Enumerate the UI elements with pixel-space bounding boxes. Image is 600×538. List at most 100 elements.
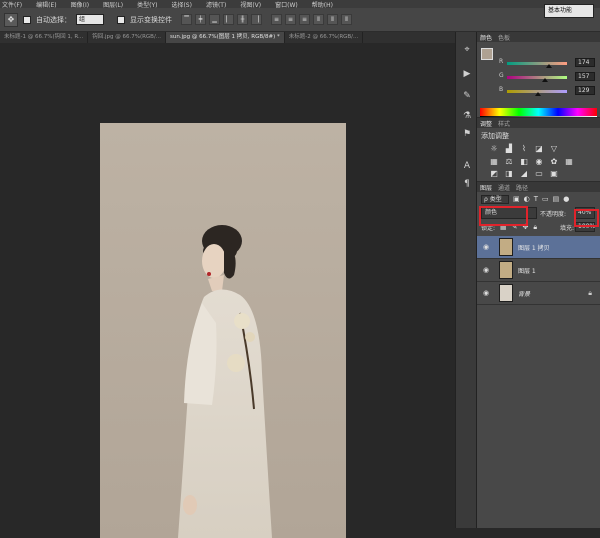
menu-image[interactable]: 图像(I) xyxy=(71,0,89,9)
posterize-icon[interactable]: ◨ xyxy=(504,169,514,178)
menu-type[interactable]: 类型(Y) xyxy=(137,0,157,9)
move-tool-icon[interactable]: ✥ xyxy=(4,12,18,27)
align-hcenter-icon[interactable]: ╫ xyxy=(237,14,248,25)
hue-saturation-icon[interactable]: ▦ xyxy=(489,157,499,166)
tab-gouhui[interactable]: 钩回.jpg @ 66.7%(RGB/... xyxy=(88,32,167,43)
brush-preset-icon[interactable]: ✎ xyxy=(461,90,473,102)
blue-value-field[interactable]: 129 xyxy=(575,86,595,95)
character-icon[interactable]: A xyxy=(461,160,473,172)
menu-filter[interactable]: 滤镜(T) xyxy=(206,0,226,9)
actions-icon[interactable]: ▶ xyxy=(461,68,473,80)
menu-edit[interactable]: 编辑(E) xyxy=(36,0,56,9)
green-value-field[interactable]: 157 xyxy=(575,72,595,81)
tab-untitled-2[interactable]: 未标题-2 @ 66.7%(RGB/... xyxy=(285,32,364,43)
show-transform-checkbox[interactable] xyxy=(117,15,125,24)
visibility-eye-icon[interactable]: ◉ xyxy=(481,266,491,274)
paragraph-icon[interactable]: ¶ xyxy=(461,178,473,190)
layer-thumbnail xyxy=(499,261,513,279)
red-slider[interactable]: R 174 xyxy=(499,58,599,68)
red-slider-knob[interactable] xyxy=(546,64,552,68)
levels-icon[interactable]: ▟ xyxy=(504,144,514,153)
history-icon[interactable]: ⌖ xyxy=(461,44,473,56)
filter-type-icon[interactable]: T xyxy=(534,195,538,203)
auto-select-checkbox[interactable] xyxy=(23,15,31,24)
blue-slider[interactable]: B 129 xyxy=(499,86,599,96)
workspace-dropdown[interactable]: 基本功能 xyxy=(544,4,594,18)
channel-mixer-icon[interactable]: ✿ xyxy=(549,157,559,166)
tab-styles[interactable]: 样式 xyxy=(498,119,510,128)
black-white-icon[interactable]: ◧ xyxy=(519,157,529,166)
tab-swatches[interactable]: 色板 xyxy=(498,33,510,42)
filter-adjustment-icon[interactable]: ◐ xyxy=(524,195,530,203)
filter-pixel-icon[interactable]: ▣ xyxy=(513,195,520,203)
tab-layers[interactable]: 图层 xyxy=(480,183,492,192)
lock-all-icon[interactable]: 🔒︎ xyxy=(533,223,537,232)
visibility-eye-icon[interactable]: ◉ xyxy=(481,243,491,251)
layer-name[interactable]: 图层 1 xyxy=(518,266,536,275)
visibility-eye-icon[interactable]: ◉ xyxy=(481,289,491,297)
layer-thumbnail xyxy=(499,238,513,256)
gradient-map-icon[interactable]: ▭ xyxy=(534,169,544,178)
distribute-vcenter-icon[interactable]: ≡ xyxy=(285,14,296,25)
right-panels: 颜色 色板 R 174 G 157 B 129 调整 样式 添加调整 ☼ ▟ ⌇… xyxy=(477,32,600,528)
distribute-left-icon[interactable]: ⦀ xyxy=(313,14,324,25)
align-left-icon[interactable]: ▏ xyxy=(223,14,234,25)
align-vcenter-icon[interactable]: ╪ xyxy=(195,14,206,25)
layer-filter-row: ρ 类型 ▣ ◐ T ▭ ▤ ● xyxy=(481,194,596,204)
selective-color-icon[interactable]: ▣ xyxy=(549,169,559,178)
canvas-image[interactable] xyxy=(100,123,346,538)
curves-icon[interactable]: ⌇ xyxy=(519,144,529,153)
blue-slider-knob[interactable] xyxy=(535,92,541,96)
tab-sun[interactable]: sun.jpg @ 66.7%(图层 1 拷贝, RGB/8#) * xyxy=(166,32,285,43)
menu-view[interactable]: 视图(V) xyxy=(240,0,261,9)
color-balance-icon[interactable]: ⚖ xyxy=(504,157,514,166)
filter-smart-icon[interactable]: ▤ xyxy=(553,195,560,203)
color-lookup-icon[interactable]: ▦ xyxy=(564,157,574,166)
adjustments-panel: 调整 样式 添加调整 ☼ ▟ ⌇ ◪ ▽ ▦ ⚖ ◧ ◉ ✿ ▦ ◩ ◨ ◢ ▭… xyxy=(477,117,600,181)
vibrance-icon[interactable]: ▽ xyxy=(549,144,559,153)
layer-row[interactable]: ◉ 图层 1 拷贝 xyxy=(477,236,600,259)
tab-color[interactable]: 颜色 xyxy=(480,33,492,42)
adjustment-row-3: ◩ ◨ ◢ ▭ ▣ xyxy=(489,169,559,178)
foreground-color-swatch[interactable] xyxy=(481,48,493,60)
brightness-contrast-icon[interactable]: ☼ xyxy=(489,144,499,153)
opacity-label: 不透明度: xyxy=(540,211,567,218)
green-slider[interactable]: G 157 xyxy=(499,72,599,82)
tab-untitled-1[interactable]: 未标题-1 @ 66.7%(钩回 1, R... xyxy=(0,32,89,43)
layers-panel: 图层 通道 路径 ρ 类型 ▣ ◐ T ▭ ▤ ● 颜色 不透明度: 40% 锁… xyxy=(477,181,600,331)
threshold-icon[interactable]: ◢ xyxy=(519,169,529,178)
exposure-icon[interactable]: ◪ xyxy=(534,144,544,153)
red-value-field[interactable]: 174 xyxy=(575,58,595,67)
clone-source-icon[interactable]: ⚗ xyxy=(461,110,473,122)
menu-window[interactable]: 窗口(W) xyxy=(275,0,298,9)
layer-row[interactable]: ◉ 背景 🔒︎ xyxy=(477,282,600,305)
align-top-icon[interactable]: ▔ xyxy=(181,14,192,25)
green-slider-knob[interactable] xyxy=(542,78,548,82)
tool-preset-icon[interactable]: ⚑ xyxy=(461,128,473,140)
align-bottom-icon[interactable]: ▁ xyxy=(209,14,220,25)
menu-layer[interactable]: 图层(L) xyxy=(103,0,123,9)
filter-shape-icon[interactable]: ▭ xyxy=(542,195,549,203)
distribute-top-icon[interactable]: ≡ xyxy=(271,14,282,25)
auto-select-dropdown[interactable]: 组 xyxy=(76,14,104,25)
tab-paths[interactable]: 路径 xyxy=(516,183,528,192)
opacity-highlight xyxy=(574,209,599,227)
color-spectrum[interactable] xyxy=(480,108,597,119)
layer-row[interactable]: ◉ 图层 1 xyxy=(477,259,600,282)
invert-icon[interactable]: ◩ xyxy=(489,169,499,178)
layer-name[interactable]: 背景 xyxy=(518,289,530,298)
layer-name[interactable]: 图层 1 拷贝 xyxy=(518,243,550,252)
distribute-right-icon[interactable]: ⦀ xyxy=(341,14,352,25)
distribute-hcenter-icon[interactable]: ⦀ xyxy=(327,14,338,25)
menu-file[interactable]: 文件(F) xyxy=(2,0,22,9)
tab-adjustments[interactable]: 调整 xyxy=(480,119,492,128)
adjustment-row-1: ☼ ▟ ⌇ ◪ ▽ xyxy=(489,144,559,153)
menu-select[interactable]: 选择(S) xyxy=(171,0,192,9)
layer-kind-filter[interactable]: ρ 类型 xyxy=(481,194,509,204)
align-right-icon[interactable]: ▕ xyxy=(251,14,262,25)
menu-help[interactable]: 帮助(H) xyxy=(312,0,333,9)
tab-channels[interactable]: 通道 xyxy=(498,183,510,192)
photo-filter-icon[interactable]: ◉ xyxy=(534,157,544,166)
distribute-bottom-icon[interactable]: ≡ xyxy=(299,14,310,25)
filter-toggle-icon[interactable]: ● xyxy=(563,195,569,203)
